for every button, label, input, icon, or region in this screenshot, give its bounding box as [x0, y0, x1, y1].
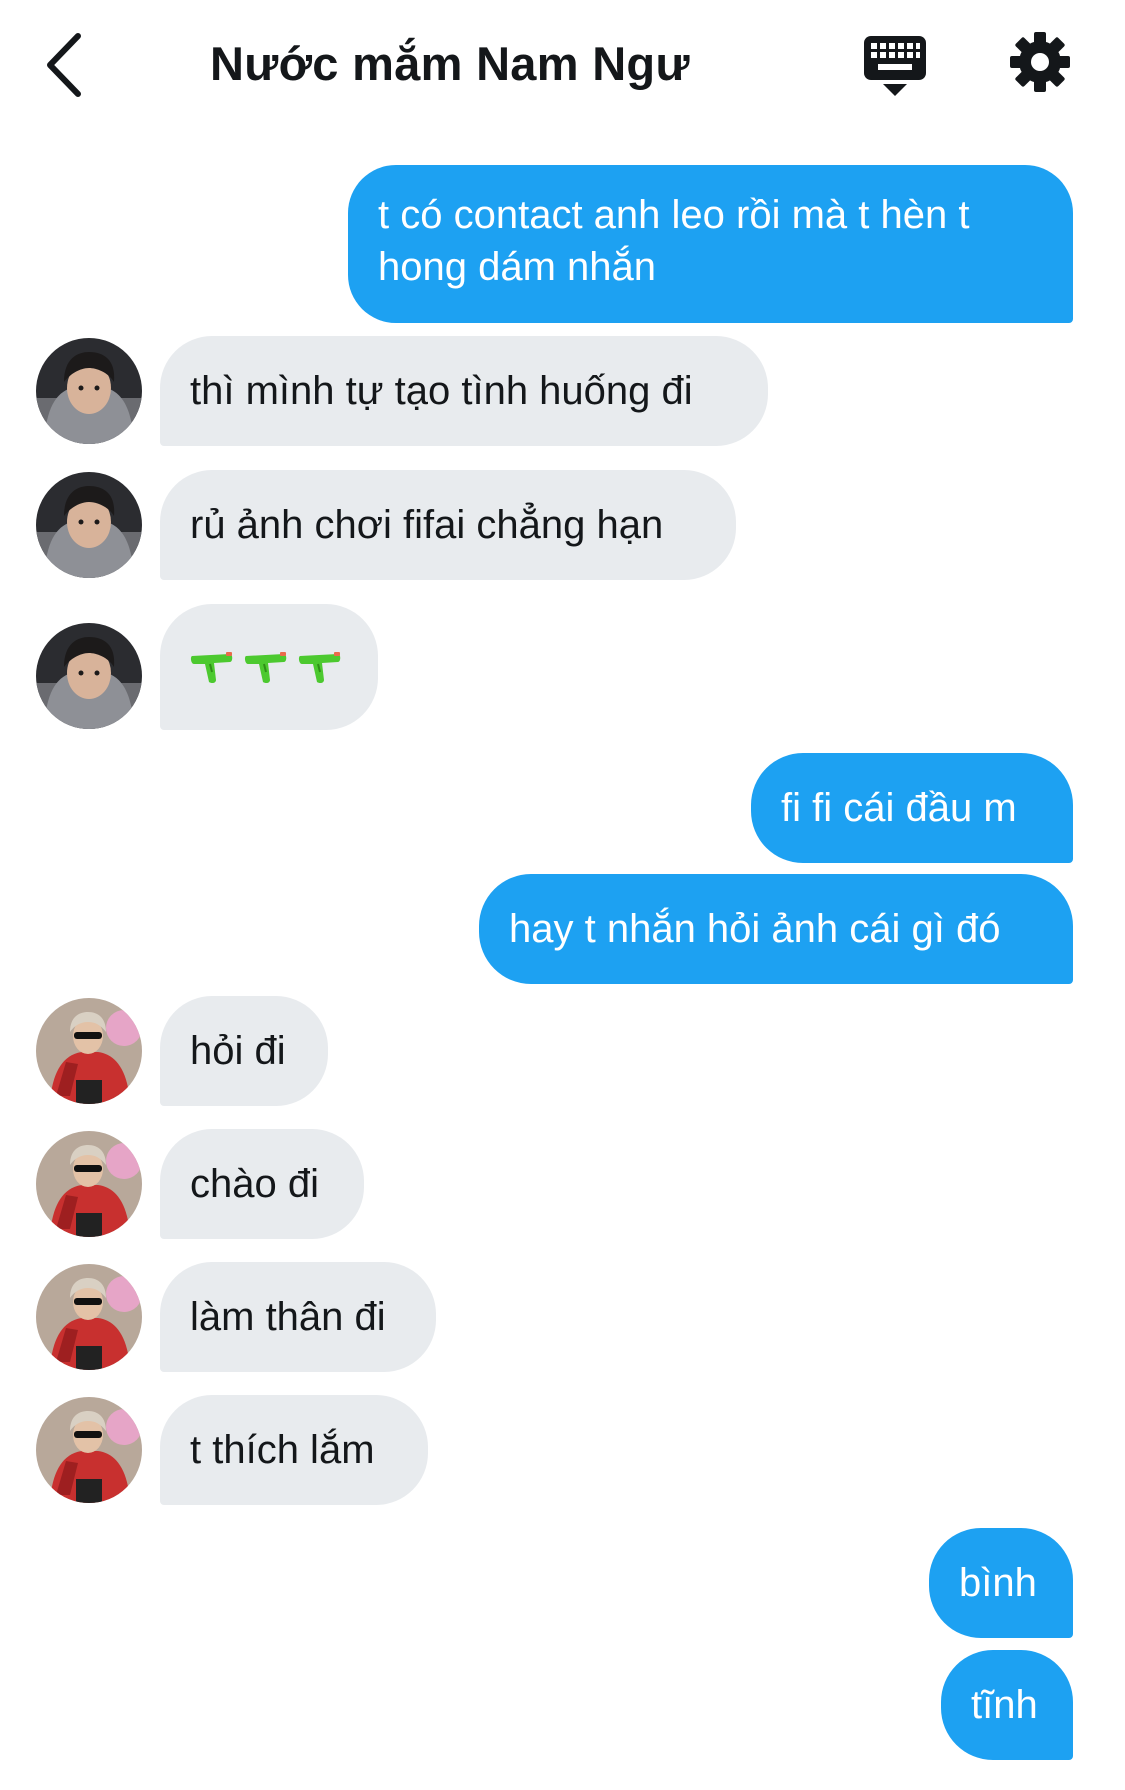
avatar-image: [36, 1397, 142, 1503]
message-text: t có contact anh leo rồi mà t hèn t hong…: [378, 193, 970, 289]
gear-icon: [1010, 32, 1070, 92]
message-text: chào đi: [190, 1162, 319, 1206]
settings-button[interactable]: [1008, 30, 1072, 94]
avatar-image: [36, 1264, 142, 1370]
back-button[interactable]: [40, 30, 100, 100]
avatar[interactable]: [36, 1131, 142, 1237]
water-pistol-emoji: [190, 652, 233, 684]
avatar[interactable]: [36, 623, 142, 729]
avatar[interactable]: [36, 1264, 142, 1370]
message-bubble-incoming[interactable]: t thích lắm: [160, 1395, 428, 1505]
avatar-image: [36, 998, 142, 1104]
message-bubble-incoming-emoji[interactable]: [160, 604, 378, 730]
avatar-image: [36, 623, 142, 729]
conversation-title: Nước mắm Nam Ngư: [210, 37, 690, 90]
message-text: làm thân đi: [190, 1295, 386, 1339]
message-text: fi fi cái đầu m: [781, 786, 1017, 830]
message-text: tĩnh: [971, 1683, 1038, 1727]
conversation-header: Nước mắm Nam Ngư: [0, 0, 1125, 130]
message-bubble-outgoing[interactable]: tĩnh: [941, 1650, 1073, 1760]
keyboard-icon: [864, 36, 926, 96]
message-bubble-outgoing[interactable]: hay t nhắn hỏi ảnh cái gì đó: [479, 874, 1073, 984]
message-text: thì mình tự tạo tình huống đi: [190, 369, 693, 413]
avatar-image: [36, 472, 142, 578]
chevron-left-icon: [47, 33, 81, 97]
message-bubble-outgoing[interactable]: bình: [929, 1528, 1073, 1638]
water-pistol-emoji: [298, 652, 341, 684]
avatar[interactable]: [36, 472, 142, 578]
message-text: rủ ảnh chơi fifai chẳng hạn: [190, 503, 664, 547]
message-bubble-incoming[interactable]: làm thân đi: [160, 1262, 436, 1372]
avatar[interactable]: [36, 338, 142, 444]
water-pistol-emoji: [244, 652, 287, 684]
water-pistol-emoji-row: [190, 650, 342, 684]
avatar-image: [36, 338, 142, 444]
avatar-image: [36, 1131, 142, 1237]
avatar[interactable]: [36, 1397, 142, 1503]
message-bubble-incoming[interactable]: hỏi đi: [160, 996, 328, 1106]
avatar[interactable]: [36, 998, 142, 1104]
message-text: hỏi đi: [190, 1029, 286, 1073]
message-text: bình: [959, 1561, 1037, 1605]
message-bubble-outgoing[interactable]: t có contact anh leo rồi mà t hèn t hong…: [348, 165, 1073, 323]
message-bubble-outgoing[interactable]: fi fi cái đầu m: [751, 753, 1073, 863]
keyboard-button[interactable]: [862, 34, 928, 98]
message-bubble-incoming[interactable]: thì mình tự tạo tình huống đi: [160, 336, 768, 446]
message-text: hay t nhắn hỏi ảnh cái gì đó: [509, 907, 1001, 951]
message-bubble-incoming[interactable]: rủ ảnh chơi fifai chẳng hạn: [160, 470, 736, 580]
message-bubble-incoming[interactable]: chào đi: [160, 1129, 364, 1239]
message-text: t thích lắm: [190, 1428, 375, 1472]
